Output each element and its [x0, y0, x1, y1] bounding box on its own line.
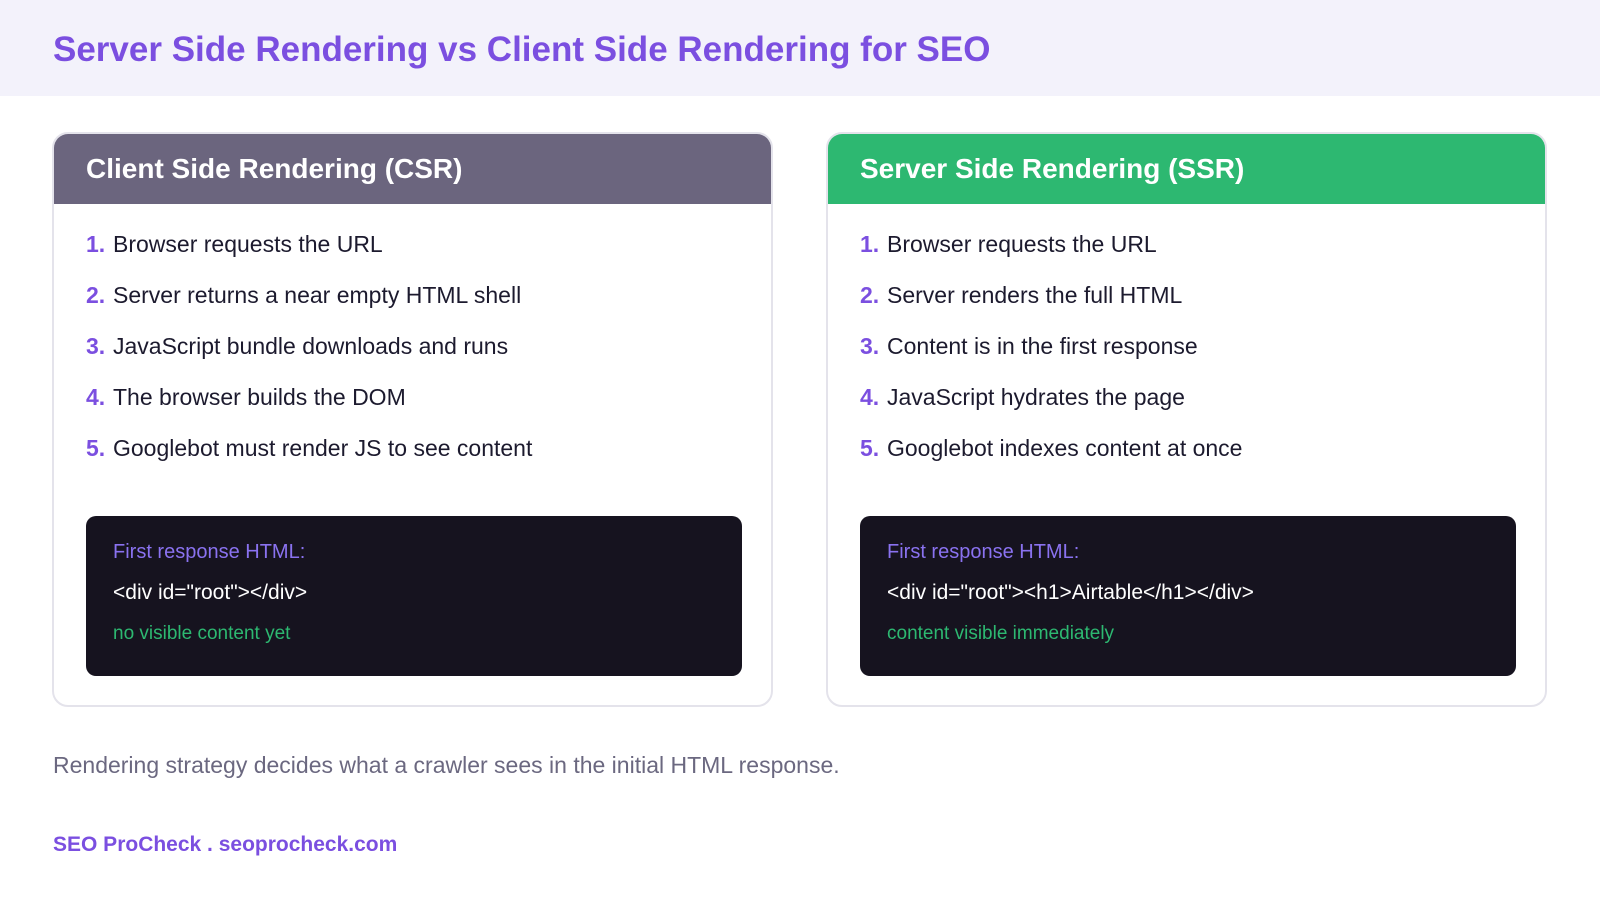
csr-card-title: Client Side Rendering (CSR): [86, 153, 463, 184]
step-text: Content is in the first response: [887, 333, 1198, 359]
step-number: 5.: [860, 435, 880, 461]
csr-card-header: Client Side Rendering (CSR): [54, 134, 771, 204]
step-text: The browser builds the DOM: [113, 384, 406, 410]
step-text: Googlebot must render JS to see content: [113, 435, 533, 461]
csr-step-3: 3. JavaScript bundle downloads and runs: [86, 332, 532, 383]
csr-card: Client Side Rendering (CSR) 1. Browser re…: [52, 132, 773, 707]
step-number: 5.: [86, 435, 106, 461]
ssr-code-block: First response HTML: <div id="root"><h1>…: [860, 516, 1516, 676]
ssr-step-1: 1. Browser requests the URL: [860, 230, 1242, 281]
caption-text: Rendering strategy decides what a crawle…: [53, 752, 840, 778]
ssr-card-header: Server Side Rendering (SSR): [828, 134, 1545, 204]
step-number: 3.: [860, 333, 880, 359]
csr-code-line: <div id="root"></div>: [113, 581, 308, 604]
step-text: Browser requests the URL: [887, 231, 1157, 257]
step-number: 2.: [860, 282, 880, 308]
step-number: 4.: [860, 384, 880, 410]
csr-code-label: First response HTML:: [113, 541, 306, 563]
ssr-card-title: Server Side Rendering (SSR): [860, 153, 1245, 184]
page-title: Server Side Rendering vs Client Side Ren…: [53, 30, 991, 69]
ssr-code-label: First response HTML:: [887, 541, 1080, 563]
ssr-step-4: 4. JavaScript hydrates the page: [860, 383, 1242, 434]
footer-brand: SEO ProCheck . seoprocheck.com: [53, 833, 398, 856]
step-text: Server renders the full HTML: [887, 282, 1183, 308]
step-text: Browser requests the URL: [113, 231, 383, 257]
ssr-step-5: 5. Googlebot indexes content at once: [860, 434, 1242, 485]
ssr-steps-list: 1. Browser requests the URL 2. Server rend…: [860, 230, 1242, 485]
step-text: Server returns a near empty HTML shell: [113, 282, 522, 308]
ssr-code-line: <div id="root"><h1>Airtable</h1></div>: [887, 581, 1254, 604]
ssr-card: Server Side Rendering (SSR) 1. Browser re…: [826, 132, 1547, 707]
csr-code-block: First response HTML: <div id="root"></di…: [86, 516, 742, 676]
ssr-code-note: content visible immediately: [887, 623, 1115, 644]
csr-code-note: no visible content yet: [113, 623, 291, 644]
step-text: Googlebot indexes content at once: [887, 435, 1243, 461]
step-number: 3.: [86, 333, 106, 359]
csr-step-2: 2. Server returns a near empty HTML shell: [86, 281, 532, 332]
csr-step-1: 1. Browser requests the URL: [86, 230, 532, 281]
step-number: 2.: [86, 282, 106, 308]
step-text: JavaScript hydrates the page: [887, 384, 1185, 410]
ssr-step-3: 3. Content is in the first response: [860, 332, 1242, 383]
step-text: JavaScript bundle downloads and runs: [113, 333, 509, 359]
csr-step-4: 4. The browser builds the DOM: [86, 383, 532, 434]
header-banner: Server Side Rendering vs Client Side Ren…: [0, 0, 1600, 96]
step-number: 4.: [86, 384, 106, 410]
ssr-step-2: 2. Server renders the full HTML: [860, 281, 1242, 332]
csr-steps-list: 1. Browser requests the URL 2. Server retu…: [86, 230, 532, 485]
csr-step-5: 5. Googlebot must render JS to see conten…: [86, 434, 532, 485]
step-number: 1.: [860, 231, 880, 257]
step-number: 1.: [86, 231, 106, 257]
